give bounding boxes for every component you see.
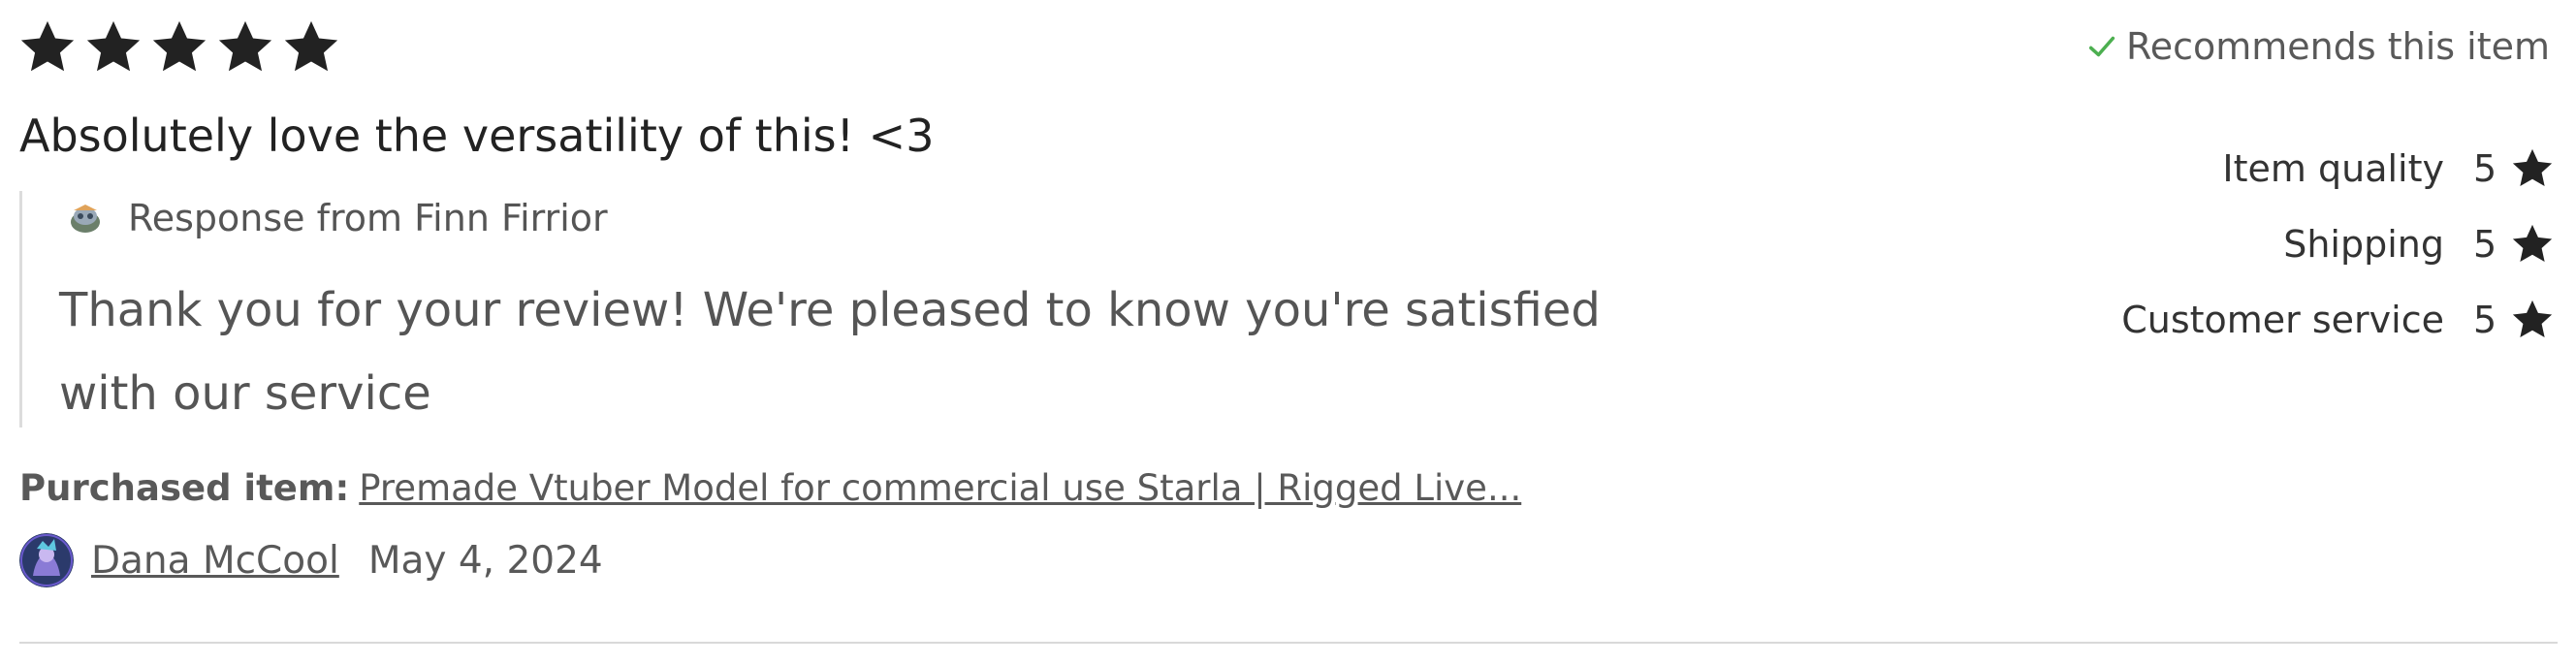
response-from-label: Response from Finn Firrior [128,197,608,239]
purchased-item: Purchased item: Premade Vtuber Model for … [19,463,1521,514]
author-name-link[interactable]: Dana McCool [91,539,339,583]
star-icon [284,20,338,72]
star-icon [86,20,141,72]
rating-value: 5 [2473,147,2497,190]
review-card: Absolutely love the versatility of this!… [0,0,2576,665]
divider [19,642,2558,644]
rating-label: Item quality [2222,147,2444,190]
star-icon [2512,148,2553,187]
star-icon [20,20,75,72]
rating-value: 5 [2473,223,2497,266]
star-icon [2512,300,2553,338]
star-icon [2512,224,2553,263]
rating-row-customer-service: Customer service 5 [2121,282,2555,358]
rating-row-shipping: Shipping 5 [2121,206,2555,282]
user-avatar[interactable] [19,533,74,587]
shop-avatar-icon [71,205,100,233]
overall-star-rating [17,17,341,78]
check-icon [2088,36,2115,57]
recommends-label: Recommends this item [2126,25,2550,68]
seller-response: Response from Finn Firrior Thank you for… [19,191,1670,428]
rating-row-item-quality: Item quality 5 [2121,131,2555,206]
response-text: Thank you for your review! We're pleased… [59,283,1601,421]
review-date: May 4, 2024 [367,538,603,583]
star-icon [152,20,207,72]
rating-label: Shipping [2283,223,2444,266]
purchased-item-label: Purchased item: [19,467,350,509]
star-icon [218,20,272,72]
category-ratings: Item quality 5 Shipping 5 Customer servi… [2121,131,2555,358]
response-header: Response from Finn Firrior [66,197,608,239]
review-text: Absolutely love the versatility of this!… [19,110,935,162]
recommends-badge: Recommends this item [2085,25,2550,68]
review-author: Dana McCool May 4, 2024 [19,533,603,587]
rating-value: 5 [2473,299,2497,341]
purchased-item-link[interactable]: Premade Vtuber Model for commercial use … [359,467,1521,509]
rating-label: Customer service [2121,299,2444,341]
